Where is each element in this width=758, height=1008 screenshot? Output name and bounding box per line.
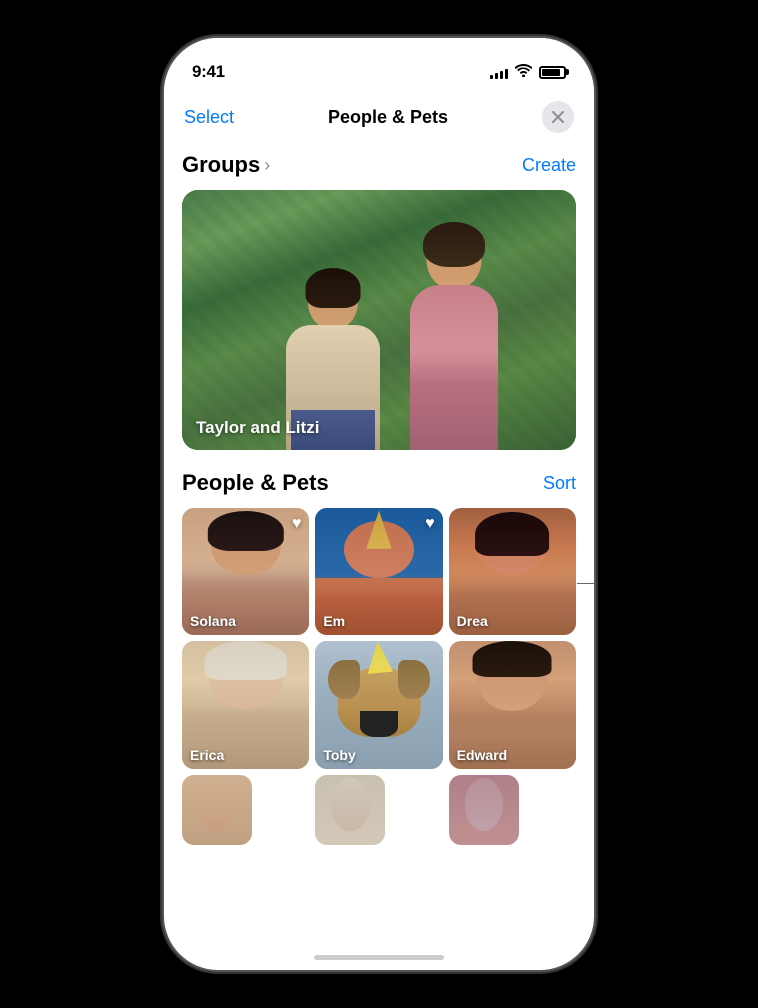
drea-name: Drea <box>457 613 488 629</box>
signal-icon <box>490 66 508 79</box>
annotation-callout: 轻点可为照片中的 人物和宠物命名。 <box>577 563 594 602</box>
battery-icon <box>539 66 566 79</box>
phone-frame: 9:41 Select Pe <box>164 38 594 970</box>
sort-button[interactable]: Sort <box>543 473 576 494</box>
status-icons <box>490 64 566 80</box>
close-icon <box>552 111 564 123</box>
person-cell-em[interactable]: ♥ Em <box>315 508 442 635</box>
group-featured-card[interactable]: Taylor and Litzi <box>182 190 576 450</box>
nav-bar: Select People & Pets <box>164 92 594 142</box>
annotation-line <box>577 583 594 584</box>
people-pets-title: People & Pets <box>182 470 329 496</box>
person-cell-partial-3[interactable] <box>449 775 519 845</box>
edward-name: Edward <box>457 747 508 763</box>
person-cell-solana[interactable]: ♥ Solana <box>182 508 309 635</box>
select-button[interactable]: Select <box>184 107 234 128</box>
solana-favorite-icon: ♥ <box>292 515 302 533</box>
person-photo-partial2 <box>315 775 385 845</box>
person-cell-toby[interactable]: Toby <box>315 641 442 768</box>
person-cell-partial-2[interactable] <box>315 775 385 845</box>
groups-title[interactable]: Groups › <box>182 152 270 178</box>
groups-section-header: Groups › Create <box>182 152 576 178</box>
people-pets-section-header: People & Pets Sort <box>182 470 576 496</box>
people-grid-wrapper: ♥ Solana <box>182 508 576 845</box>
wifi-icon <box>515 64 532 80</box>
solana-name: Solana <box>190 613 236 629</box>
people-grid: ♥ Solana <box>182 508 576 845</box>
person-cell-drea[interactable]: Drea <box>449 508 576 635</box>
person-photo-partial1 <box>182 775 252 845</box>
toby-name: Toby <box>323 747 355 763</box>
group-featured-bg <box>182 190 576 450</box>
close-button[interactable] <box>542 101 574 133</box>
person-cell-erica[interactable]: Erica <box>182 641 309 768</box>
person-cell-partial-1[interactable] <box>182 775 252 845</box>
person-photo-partial3 <box>449 775 519 845</box>
scroll-area: Groups › Create <box>164 142 594 970</box>
phone-content-wrapper: 9:41 Select Pe <box>164 38 594 970</box>
groups-chevron-icon: › <box>264 155 270 176</box>
person-cell-edward[interactable]: Edward <box>449 641 576 768</box>
erica-name: Erica <box>190 747 224 763</box>
page-title: People & Pets <box>328 107 448 128</box>
home-indicator <box>314 955 444 960</box>
status-bar: 9:41 <box>164 38 594 92</box>
create-button[interactable]: Create <box>522 155 576 176</box>
em-name: Em <box>323 613 345 629</box>
group-featured-label: Taylor and Litzi <box>196 418 319 438</box>
status-time: 9:41 <box>192 62 225 82</box>
em-favorite-icon: ♥ <box>425 515 435 533</box>
